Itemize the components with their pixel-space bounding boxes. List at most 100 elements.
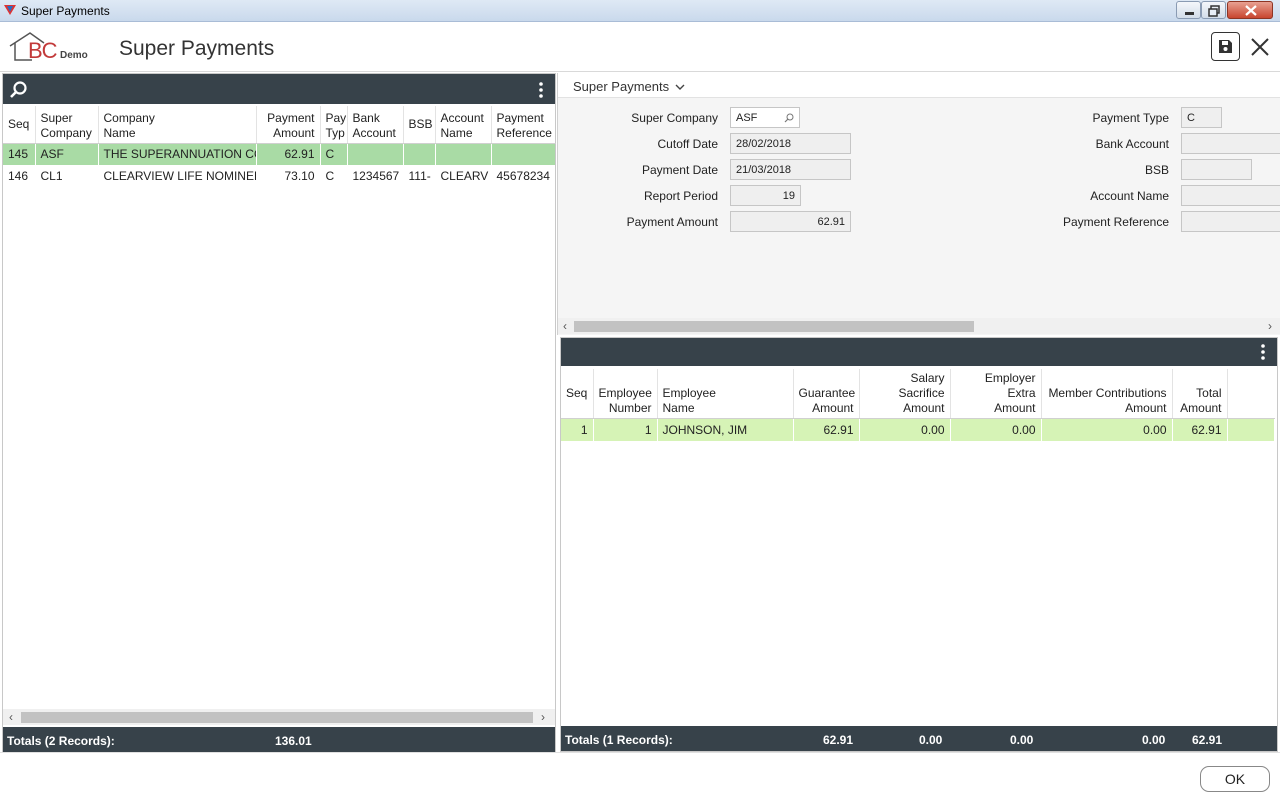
form-horizontal-scrollbar[interactable]: ‹ › — [558, 318, 1280, 334]
total-amount: 62.91 — [1192, 733, 1223, 747]
column-header-payment-amount[interactable]: Payment Amount — [256, 106, 321, 144]
section-label: Super Payments — [573, 79, 685, 94]
table-row[interactable]: 1 1 JOHNSON, JIM 62.91 0.00 0.00 0.00 62… — [561, 418, 1274, 441]
app-icon — [4, 5, 16, 15]
page-title: Super Payments — [119, 37, 275, 60]
minimize-icon — [1185, 12, 1194, 15]
scroll-right-arrow[interactable]: › — [1268, 319, 1272, 333]
column-header-payment-reference[interactable]: Payment Reference — [491, 106, 555, 144]
cell-payment-reference: 45678234 — [496, 169, 550, 183]
search-icon[interactable] — [9, 80, 29, 100]
cell-employee-number: 1 — [593, 418, 657, 441]
employee-totals-bar: Totals (1 Records): 62.91 0.00 0.00 0.00… — [561, 726, 1277, 751]
total-guarantee: 62.91 — [823, 733, 854, 747]
column-header-employer-extra-amount[interactable]: Employer Extra Amount — [950, 369, 1042, 419]
cell-super-company: CL1 — [40, 169, 63, 183]
cell-bank-account — [347, 143, 403, 165]
scrollbar-thumb[interactable] — [21, 712, 533, 723]
payment-date-field[interactable]: 21/03/2018 — [730, 159, 851, 180]
company-logo: BC Demo — [8, 30, 92, 64]
list-toolbar — [3, 74, 555, 104]
table-header-row: Seq Super Company Company Name Payment Amou… — [3, 106, 555, 144]
logo-subtext: Demo — [60, 50, 88, 61]
report-period-field[interactable]: 19 — [730, 185, 801, 206]
cell-seq: 146 — [8, 169, 29, 183]
column-header-account-name[interactable]: Account Name — [435, 106, 492, 144]
cutoff-date-field[interactable]: 28/02/2018 — [730, 133, 851, 154]
scrollbar-thumb[interactable] — [574, 321, 974, 332]
column-header-bank-account[interactable]: Bank Account — [347, 106, 404, 144]
bsb-field[interactable] — [1181, 159, 1252, 180]
column-header-salary-sacrifice-amount[interactable]: Salary Sacrifice Amount — [859, 369, 951, 419]
ok-button[interactable]: OK — [1200, 766, 1270, 792]
cell-pay-typ: C — [320, 143, 347, 165]
window-close-button[interactable] — [1227, 1, 1273, 19]
table-row[interactable]: 145 ASF THE SUPERANNUATION CO 62.91 C — [3, 143, 555, 165]
account-name-field[interactable] — [1181, 185, 1280, 206]
column-header-total-amount[interactable]: Total Amount — [1172, 369, 1228, 419]
cell-payment-amount: 73.10 — [284, 169, 315, 183]
table-header-row: Seq Employee Number Employee Name Guarante… — [561, 369, 1274, 419]
save-icon — [1219, 40, 1232, 53]
payment-detail-form: Super Payments Super Company ASF Cutoff … — [557, 73, 1280, 335]
column-header-seq[interactable]: Seq — [3, 106, 36, 144]
column-header-company-name[interactable]: Company Name — [98, 106, 257, 144]
column-header-seq[interactable]: Seq — [561, 369, 594, 419]
payment-amount-label: Payment Amount — [626, 215, 718, 229]
maximize-icon — [1208, 5, 1220, 17]
employee-grid-toolbar — [561, 338, 1277, 366]
bank-account-label: Bank Account — [1095, 137, 1169, 151]
maximize-button[interactable] — [1201, 1, 1226, 19]
column-header-employee-name[interactable]: Employee Name — [657, 369, 794, 419]
more-vert-icon[interactable] — [1257, 343, 1269, 361]
list-horizontal-scrollbar[interactable]: ‹ › — [3, 709, 555, 725]
column-header-guarantee-amount[interactable]: Guarantee Amount — [793, 369, 860, 419]
cell-super-company: ASF — [35, 143, 98, 165]
cell-employee-name: JOHNSON, JIM — [657, 418, 793, 441]
cell-company-name: CLEARVIEW LIFE NOMINEES — [103, 169, 256, 183]
column-header-bsb[interactable]: BSB — [403, 106, 436, 144]
scroll-left-arrow[interactable]: ‹ — [563, 319, 567, 333]
column-header-pay-typ[interactable]: Pay Typ — [320, 106, 348, 144]
scroll-right-arrow[interactable]: › — [541, 710, 545, 724]
total-employer-extra: 0.00 — [1010, 733, 1034, 747]
cell-payment-reference — [491, 143, 555, 165]
window-titlebar: Super Payments — [0, 0, 1280, 22]
cell-salary-sacrifice-amount: 0.00 — [859, 418, 950, 441]
cell-bsb: 111- — [408, 169, 431, 183]
payment-date-label: Payment Date — [641, 163, 718, 177]
payment-reference-field[interactable] — [1181, 211, 1280, 232]
payment-type-field[interactable]: C — [1181, 107, 1222, 128]
super-payments-table: Seq Super Company Company Name Payment Amou… — [3, 106, 556, 187]
cell-seq: 1 — [561, 418, 593, 441]
save-button[interactable] — [1211, 32, 1240, 61]
cell-pay-typ: C — [325, 169, 335, 183]
bank-account-field[interactable] — [1181, 133, 1280, 154]
column-header-filler — [1227, 369, 1274, 419]
list-totals-bar: Totals (2 Records): 136.01 — [3, 727, 555, 752]
payment-amount-field[interactable]: 62.91 — [730, 211, 851, 232]
more-vert-icon[interactable] — [535, 81, 547, 99]
cell-account-name: CLEARV — [440, 169, 489, 183]
super-company-field[interactable]: ASF — [730, 107, 800, 128]
totals-label: Totals (2 Records): — [7, 734, 115, 748]
section-header[interactable]: Super Payments — [558, 73, 1280, 98]
column-header-super-company[interactable]: Super Company — [35, 106, 99, 144]
chevron-down-icon — [675, 84, 685, 90]
column-header-employee-number[interactable]: Employee Number — [593, 369, 658, 419]
cell-account-name — [435, 143, 491, 165]
cutoff-date-label: Cutoff Date — [657, 137, 718, 151]
app-header: BC Demo Super Payments — [0, 22, 1280, 72]
column-header-member-contributions-amount[interactable]: Member Contributions Amount — [1041, 369, 1173, 419]
total-salary-sacrifice: 0.00 — [919, 733, 943, 747]
close-x-icon[interactable] — [1249, 36, 1271, 58]
scroll-left-arrow[interactable]: ‹ — [9, 710, 13, 724]
cell-payment-amount: 62.91 — [256, 143, 320, 165]
cell-employer-extra-amount: 0.00 — [950, 418, 1041, 441]
minimize-button[interactable] — [1176, 1, 1201, 19]
payments-list-panel: Seq Super Company Company Name Payment Amou… — [2, 73, 556, 752]
cell-member-contributions-amount: 0.00 — [1041, 418, 1172, 441]
logo-text: BC — [28, 38, 58, 63]
lookup-icon[interactable] — [784, 113, 794, 123]
table-row[interactable]: 146 CL1 CLEARVIEW LIFE NOMINEES 73.10 C … — [3, 165, 555, 187]
